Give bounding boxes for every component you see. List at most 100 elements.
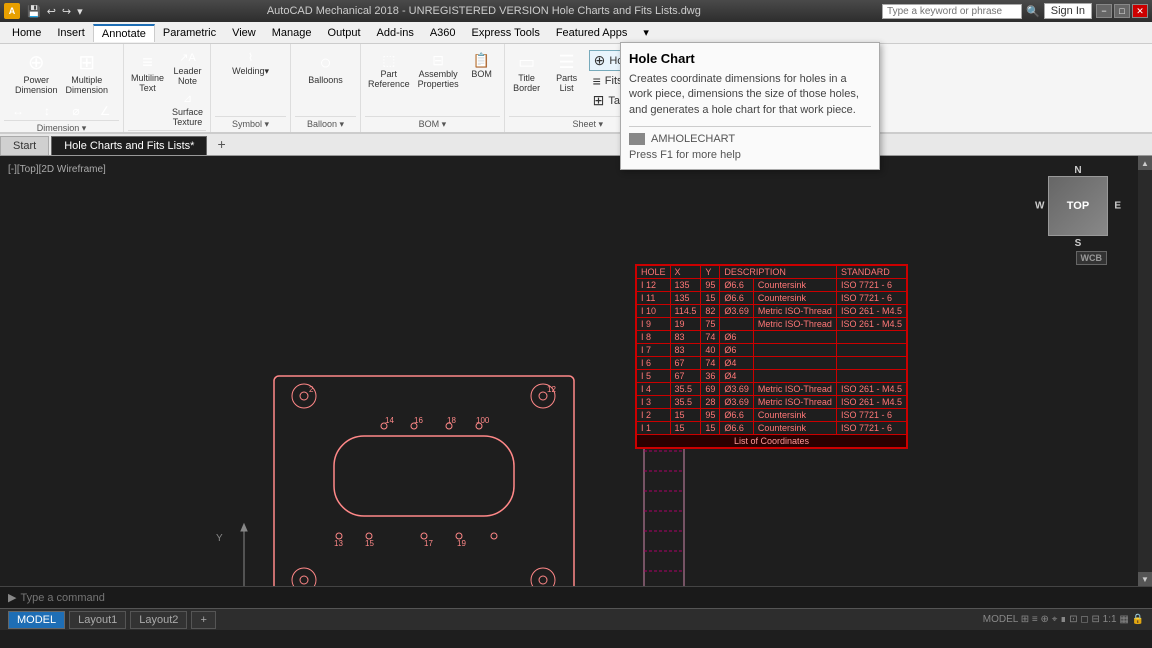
svg-text:100: 100 <box>476 416 490 425</box>
quick-more[interactable]: ▾ <box>74 4 86 19</box>
power-dimension-button[interactable]: ⊕ PowerDimension <box>12 50 61 98</box>
add-layout-button[interactable]: + <box>191 611 215 629</box>
table-row: I 21595Ø6.6CountersinkISO 7721 - 6 <box>637 409 907 422</box>
navcube-north: N <box>1074 165 1081 176</box>
ribbon-group-bom: ⬚ PartReference ⊟ AssemblyProperties 📋 B… <box>361 44 505 132</box>
assembly-label: AssemblyProperties <box>418 69 459 89</box>
bom-group-label: BOM ▾ <box>365 116 500 132</box>
command-line[interactable]: ▶ <box>0 586 1152 608</box>
svg-text:13: 13 <box>334 539 343 548</box>
multi-dim-icon: ⊞ <box>78 53 95 73</box>
menu-home[interactable]: Home <box>4 25 49 41</box>
menu-view[interactable]: View <box>224 25 264 41</box>
surface-texture-button[interactable]: ⊿SurfaceTexture <box>169 91 206 130</box>
hole-chart-tooltip: Hole Chart Creates coordinate dimensions… <box>620 42 880 170</box>
menu-a360[interactable]: A360 <box>422 25 464 41</box>
dim-tool-3[interactable]: ⌀ <box>62 102 90 120</box>
welding-button[interactable]: ⌇Welding▾ <box>229 50 272 80</box>
dim-tool-4[interactable]: ∠ <box>91 102 119 120</box>
menu-annotate[interactable]: Annotate <box>93 24 155 42</box>
dim-tool-2[interactable]: ↕ <box>33 102 61 120</box>
symbol-icons: ⌇Welding▾ <box>229 46 272 80</box>
bom-icons: ⬚ PartReference ⊟ AssemblyProperties 📋 B… <box>365 46 500 92</box>
ribbon-group-dimension: ⊕ PowerDimension ⊞ MultipleDimension ↔ ↕… <box>0 44 124 132</box>
command-input[interactable] <box>20 592 1144 604</box>
tab-add-button[interactable]: + <box>209 133 233 155</box>
navcube[interactable]: N TOP S W E WCB <box>1048 176 1118 246</box>
menu-addins[interactable]: Add-ins <box>369 25 422 41</box>
quick-redo[interactable]: ↪ <box>59 4 74 19</box>
navcube-wcb: WCB <box>1076 251 1108 265</box>
multiline-text-button[interactable]: ≡ MultilineText <box>128 50 167 96</box>
col-standard: STANDARD <box>836 266 906 279</box>
menu-featured[interactable]: Featured Apps <box>548 25 636 41</box>
tab-start[interactable]: Start <box>0 136 49 155</box>
table-row: I 11515Ø6.6CountersinkISO 7721 - 6 <box>637 422 907 435</box>
layout1-tab[interactable]: Layout1 <box>69 611 126 629</box>
tab-hole-charts[interactable]: Hole Charts and Fits Lists* <box>51 136 207 155</box>
title-border-button[interactable]: ▭ TitleBorder <box>509 50 545 110</box>
menu-more[interactable]: ▾ <box>635 24 657 41</box>
bom-button[interactable]: 📋 BOM <box>464 50 500 82</box>
multiple-dimension-button[interactable]: ⊞ MultipleDimension <box>63 50 112 98</box>
menu-insert[interactable]: Insert <box>49 25 93 41</box>
keyword-search[interactable] <box>882 4 1022 19</box>
restore-button[interactable]: □ <box>1114 4 1130 18</box>
search-icon[interactable]: 🔍 <box>1026 5 1040 18</box>
menu-express[interactable]: Express Tools <box>464 25 548 41</box>
leader-note-button[interactable]: ↗ALeaderNote <box>169 50 206 89</box>
close-button[interactable]: ✕ <box>1132 4 1148 18</box>
navcube-west: W <box>1035 201 1044 212</box>
power-dim-label: PowerDimension <box>15 75 58 95</box>
ribbon: ⊕ PowerDimension ⊞ MultipleDimension ↔ ↕… <box>0 44 1152 134</box>
part-reference-button[interactable]: ⬚ PartReference <box>365 50 413 92</box>
balloons-button[interactable]: ○ Balloons <box>305 50 346 88</box>
ribbon-group-symbol: ⌇Welding▾ Symbol ▾ <box>211 44 291 132</box>
parts-list-label: PartsList <box>556 73 577 93</box>
quick-undo[interactable]: ↩ <box>44 4 59 19</box>
balloon-label: Balloons <box>308 75 343 85</box>
scroll-down[interactable]: ▼ <box>1138 572 1152 586</box>
scroll-track[interactable] <box>1138 170 1152 572</box>
main-area: [-][Top][2D Wireframe] Y Y1 0 0 X1 Y X <box>0 156 1152 586</box>
col-y: Y <box>701 266 720 279</box>
navcube-face-top[interactable]: N TOP S W E WCB <box>1048 176 1108 236</box>
table-row: I 91975Metric ISO-ThreadISO 261 - M4.5 <box>637 318 907 331</box>
svg-text:12: 12 <box>547 385 556 394</box>
svg-text:18: 18 <box>447 416 456 425</box>
part-ref-label: PartReference <box>368 69 410 89</box>
dimension-icons: ⊕ PowerDimension ⊞ MultipleDimension <box>12 46 111 98</box>
fits-list-icon: ≡ <box>593 73 601 89</box>
table-row: I 1213595Ø6.6CountersinkISO 7721 - 6 <box>637 279 907 292</box>
model-tab[interactable]: MODEL <box>8 611 65 629</box>
svg-text:19: 19 <box>457 539 466 548</box>
minimize-button[interactable]: − <box>1096 4 1112 18</box>
title-border-icon: ▭ <box>518 53 535 71</box>
table-row: I 335.528Ø3.69Metric ISO-ThreadISO 261 -… <box>637 396 907 409</box>
svg-text:2: 2 <box>309 385 314 394</box>
vertical-scrollbar[interactable]: ▲ ▼ <box>1138 156 1152 586</box>
command-text: AMHOLECHART <box>651 133 735 145</box>
navcube-south: S <box>1075 238 1082 249</box>
svg-text:16: 16 <box>414 416 423 425</box>
scroll-up[interactable]: ▲ <box>1138 156 1152 170</box>
col-x: X <box>670 266 701 279</box>
svg-text:Y: Y <box>216 533 223 544</box>
power-dim-icon: ⊕ <box>28 53 45 73</box>
title-bar-right: 🔍 Sign In − □ ✕ <box>882 3 1148 19</box>
signin-area[interactable]: Sign In <box>1044 3 1092 19</box>
popup-title: Hole Chart <box>629 51 871 66</box>
title-border-label: TitleBorder <box>513 73 540 93</box>
title-bar: A 💾 ↩ ↪ ▾ AutoCAD Mechanical 2018 - UNRE… <box>0 0 1152 22</box>
parts-list-button[interactable]: ☰ PartsList <box>549 50 585 110</box>
menu-parametric[interactable]: Parametric <box>155 25 224 41</box>
menu-output[interactable]: Output <box>320 25 369 41</box>
menu-manage[interactable]: Manage <box>264 25 320 41</box>
assembly-props-button[interactable]: ⊟ AssemblyProperties <box>415 50 462 92</box>
canvas[interactable]: [-][Top][2D Wireframe] Y Y1 0 0 X1 Y X <box>0 156 1138 586</box>
quick-save[interactable]: 💾 <box>24 4 44 19</box>
hole-chart-icon: ⊕ <box>594 52 606 69</box>
layout2-tab[interactable]: Layout2 <box>130 611 187 629</box>
dim-tool-1[interactable]: ↔ <box>4 102 32 120</box>
table-row: I 88374Ø6 <box>637 331 907 344</box>
